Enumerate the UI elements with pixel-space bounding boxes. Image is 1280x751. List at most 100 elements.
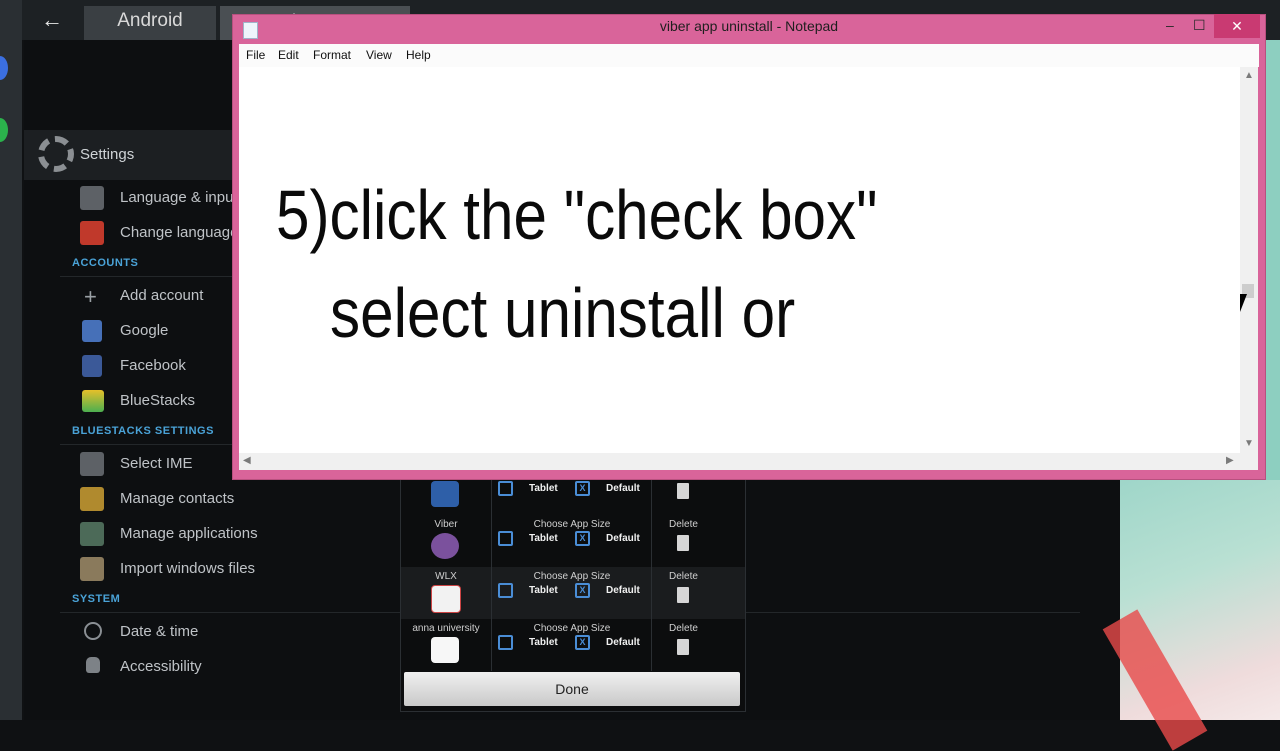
flag-icon [80, 221, 104, 245]
app-name-cell: anna university [401, 619, 492, 671]
delete-label: Delete [669, 623, 698, 634]
trash-icon[interactable] [677, 483, 689, 499]
facebook-icon [82, 355, 102, 377]
apps-icon [80, 522, 104, 546]
default-label: Default [606, 637, 640, 648]
plus-icon: + [84, 284, 97, 309]
settings-item-manage-applications[interactable]: Manage applications [120, 525, 258, 542]
menu-help[interactable]: Help [406, 48, 431, 62]
settings-item-import-windows-files[interactable]: Import windows files [120, 560, 255, 577]
scroll-up-icon[interactable]: ▲ [1244, 70, 1254, 81]
list-item: Viber Choose App Size Tablet X Default D… [401, 515, 745, 567]
app-name-cell: WLX [401, 567, 492, 619]
delete-cell: Delete [653, 567, 745, 619]
settings-title: Settings [80, 146, 135, 163]
done-button[interactable]: Done [404, 672, 740, 706]
maximize-button[interactable]: ☐ [1193, 17, 1206, 34]
settings-item-date-time[interactable]: Date & time [120, 623, 198, 640]
viber-icon [431, 533, 459, 559]
trash-icon[interactable] [677, 639, 689, 655]
contacts-icon [80, 487, 104, 511]
settings-item-language[interactable]: Language & input [120, 189, 238, 206]
settings-item-change-language[interactable]: Change language [120, 224, 238, 241]
vertical-scrollbar[interactable] [1240, 67, 1258, 453]
delete-cell: Delete [653, 515, 745, 567]
delete-label: Delete [669, 519, 698, 530]
choose-app-size-label: Choose App Size [533, 519, 611, 530]
app-name-cell: Viber [401, 515, 492, 567]
close-button[interactable]: ✕ [1214, 14, 1260, 38]
hand-icon [86, 657, 100, 673]
left-sidebar-strip [0, 0, 22, 720]
app-size-cell: Choose App Size Tablet X Default [493, 567, 652, 619]
tablet-checkbox[interactable] [498, 481, 513, 496]
tablet-label: Tablet [529, 533, 558, 544]
choose-app-size-label: Choose App Size [533, 571, 611, 582]
clock-icon [84, 622, 102, 640]
settings-item-accessibility[interactable]: Accessibility [120, 658, 202, 675]
menu-bar [239, 44, 1259, 67]
note-text-line-2: select uninstall or [330, 274, 796, 352]
default-label: Default [606, 585, 640, 596]
menu-file[interactable]: File [246, 48, 265, 62]
window-title: viber app uninstall - Notepad [659, 18, 839, 34]
default-label: Default [606, 483, 640, 494]
keyboard-icon [80, 186, 104, 210]
text-editor-area[interactable] [239, 67, 1240, 453]
back-button[interactable]: ← [22, 6, 82, 34]
anna-university-icon [431, 637, 459, 663]
scroll-down-icon[interactable]: ▼ [1244, 438, 1254, 449]
keyboard-icon [80, 452, 104, 476]
folder-icon [80, 557, 104, 581]
default-checkbox[interactable]: X [575, 481, 590, 496]
delete-cell: Delete [653, 619, 745, 671]
tablet-label: Tablet [529, 637, 558, 648]
tablet-label: Tablet [529, 585, 558, 596]
section-system: SYSTEM [72, 593, 121, 605]
app-size-cell: Choose App Size Tablet X Default [493, 515, 652, 567]
app-name: WLX [435, 571, 457, 582]
scroll-right-icon[interactable]: ▶ [1226, 455, 1234, 466]
wlx-icon [431, 585, 461, 613]
app-icon [431, 481, 459, 507]
bluestacks-icon [82, 390, 104, 412]
resize-grip[interactable] [1240, 453, 1258, 470]
delete-label: Delete [669, 571, 698, 582]
app-name: anna university [412, 623, 480, 634]
tablet-checkbox[interactable] [498, 583, 513, 598]
settings-item-select-ime[interactable]: Select IME [120, 455, 193, 472]
list-item: WLX Choose App Size Tablet X Default Del… [401, 567, 745, 619]
note-text-line-1: 5)click the "check box" [276, 176, 878, 254]
list-item: anna university Choose App Size Tablet X… [401, 619, 745, 671]
minimize-button[interactable]: – [1166, 17, 1174, 33]
trash-icon[interactable] [677, 587, 689, 603]
settings-item-manage-contacts[interactable]: Manage contacts [120, 490, 234, 507]
section-accounts: ACCOUNTS [72, 257, 139, 269]
app-name: Viber [434, 519, 458, 530]
menu-format[interactable]: Format [313, 48, 351, 62]
google-icon [82, 320, 102, 342]
settings-item-bluestacks[interactable]: BlueStacks [120, 392, 195, 409]
trash-icon[interactable] [677, 535, 689, 551]
settings-item-google[interactable]: Google [120, 322, 168, 339]
section-bluestacks-settings: BLUESTACKS SETTINGS [72, 425, 214, 437]
desktop-wallpaper-edge [1266, 40, 1280, 480]
tablet-label: Tablet [529, 483, 558, 494]
tablet-checkbox[interactable] [498, 635, 513, 650]
tablet-checkbox[interactable] [498, 531, 513, 546]
tab-android[interactable]: Android [84, 6, 216, 40]
choose-app-size-label: Choose App Size [533, 623, 611, 634]
app-size-cell: Choose App Size Tablet X Default [493, 619, 652, 671]
menu-view[interactable]: View [366, 48, 392, 62]
default-checkbox[interactable]: X [575, 531, 590, 546]
default-checkbox[interactable]: X [575, 583, 590, 598]
default-label: Default [606, 533, 640, 544]
menu-edit[interactable]: Edit [278, 48, 299, 62]
gear-icon [38, 136, 74, 172]
settings-item-facebook[interactable]: Facebook [120, 357, 186, 374]
mouse-cursor-icon [1240, 294, 1247, 312]
scroll-left-icon[interactable]: ◀ [243, 455, 251, 466]
horizontal-scrollbar[interactable] [239, 453, 1240, 470]
settings-item-add-account[interactable]: Add account [120, 287, 203, 304]
default-checkbox[interactable]: X [575, 635, 590, 650]
